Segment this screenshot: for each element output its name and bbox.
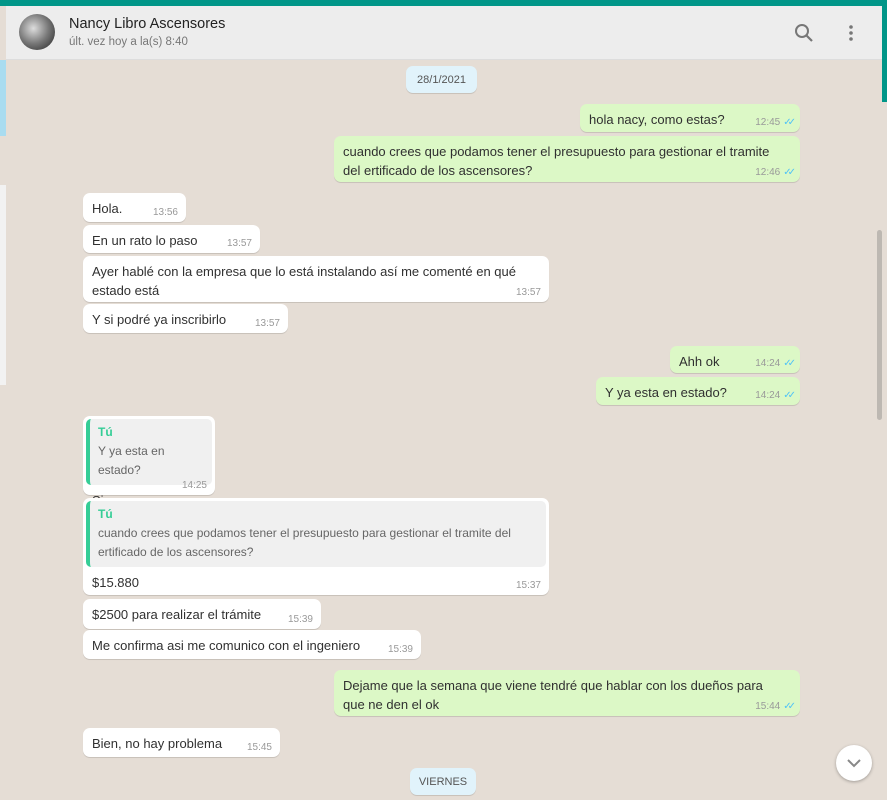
message-time: 15:39 xyxy=(387,644,413,655)
message-text: hola nacy, como estas? xyxy=(589,112,725,127)
message-time: 15:39 xyxy=(287,614,313,625)
date-chip: VIERNES xyxy=(410,768,476,795)
double-check-icon: ✓✓ xyxy=(783,358,796,369)
search-icon[interactable] xyxy=(791,20,817,46)
message-time: 12:46 xyxy=(755,167,781,178)
quote-author: Tú xyxy=(98,507,113,521)
message-time: 13:57 xyxy=(515,287,541,298)
message-in[interactable]: Me confirma asi me comunico con el ingen… xyxy=(83,630,421,659)
message-time: 15:45 xyxy=(246,742,272,753)
message-out[interactable]: Y ya esta en estado? 14:24 ✓✓ xyxy=(596,377,800,405)
double-check-icon: ✓✓ xyxy=(783,167,796,178)
quoted-message[interactable]: Tú cuando crees que podamos tener el pres… xyxy=(86,501,546,567)
quoted-message[interactable]: Tú Y ya esta en estado? xyxy=(86,419,212,485)
message-text: Y si podré ya inscribirlo xyxy=(92,312,227,327)
message-text: Bien, no hay problema xyxy=(92,736,223,751)
message-out[interactable]: hola nacy, como estas? 12:45 ✓✓ xyxy=(580,104,800,132)
last-seen: últ. vez hoy a la(s) 8:40 xyxy=(69,36,188,48)
scrollbar[interactable] xyxy=(877,230,882,420)
quote-author: Tú xyxy=(98,425,113,439)
message-text: Y ya esta en estado? xyxy=(605,385,727,400)
message-text: Dejame que la semana que viene tendré qu… xyxy=(343,678,763,712)
double-check-icon: ✓✓ xyxy=(783,117,796,128)
message-out[interactable]: Dejame que la semana que viene tendré qu… xyxy=(334,670,800,716)
chat-header: Nancy Libro Ascensores últ. vez hoy a la… xyxy=(6,6,882,60)
message-time: 15:44 xyxy=(755,701,781,712)
menu-icon[interactable] xyxy=(838,20,864,46)
quote-text: cuando crees que podamos tener el presup… xyxy=(98,526,511,559)
message-in-reply[interactable]: Tú cuando crees que podamos tener el pres… xyxy=(83,498,549,595)
message-time: 13:57 xyxy=(254,318,280,329)
message-time: 13:56 xyxy=(152,207,178,218)
chevron-down-icon xyxy=(847,759,861,768)
message-out[interactable]: Ahh ok 14:24 ✓✓ xyxy=(670,346,800,373)
double-check-icon: ✓✓ xyxy=(783,390,796,401)
message-in[interactable]: Hola. 13:56 xyxy=(83,193,186,222)
message-in[interactable]: Ayer hablé con la empresa que lo está in… xyxy=(83,256,549,302)
message-text: Ayer hablé con la empresa que lo está in… xyxy=(92,264,516,298)
message-text: $2500 para realizar el trámite xyxy=(92,607,262,622)
contact-name[interactable]: Nancy Libro Ascensores xyxy=(69,16,225,32)
message-time: 15:37 xyxy=(515,580,541,591)
message-in-reply[interactable]: TúY ya esta en estado? Si14:25 xyxy=(83,416,215,508)
message-time: 14:25 xyxy=(181,480,207,491)
message-in[interactable]: Bien, no hay problema 15:45 xyxy=(83,728,280,757)
message-text: Hola. xyxy=(92,201,123,216)
message-in[interactable]: $2500 para realizar el trámite 15:39 xyxy=(83,599,321,629)
message-text: $15.880 xyxy=(92,575,139,590)
message-text: Me confirma asi me comunico con el ingen… xyxy=(92,638,361,653)
double-check-icon: ✓✓ xyxy=(783,701,796,712)
message-time: 14:24 xyxy=(755,358,781,369)
message-text: cuando crees que podamos tener el presup… xyxy=(343,144,770,178)
message-text: Ahh ok xyxy=(679,354,720,369)
message-in[interactable]: Y si podré ya inscribirlo 13:57 xyxy=(83,304,288,333)
message-out[interactable]: cuando crees que podamos tener el presup… xyxy=(334,136,800,182)
message-time: 12:45 xyxy=(755,117,781,128)
window-edge xyxy=(882,6,887,102)
avatar[interactable] xyxy=(19,14,55,50)
message-in[interactable]: En un rato lo paso 13:57 xyxy=(83,225,260,253)
quote-text: Y ya esta en estado? xyxy=(98,444,165,477)
message-time: 14:24 xyxy=(755,390,781,401)
scroll-down-button[interactable] xyxy=(836,745,872,781)
message-text: En un rato lo paso xyxy=(92,233,198,248)
message-time: 13:57 xyxy=(226,238,252,249)
date-chip: 28/1/2021 xyxy=(406,66,477,93)
